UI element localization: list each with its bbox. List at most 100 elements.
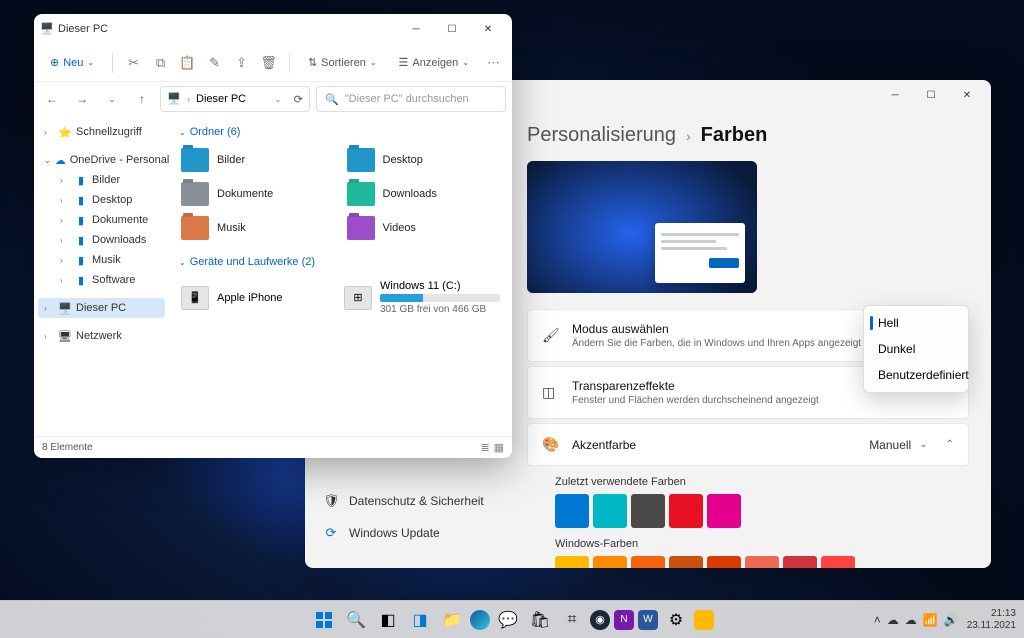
nav-desktop[interactable]: ›▮Desktop [38,190,165,210]
store-icon[interactable]: 🛍 [526,606,554,634]
tiles-view-icon[interactable]: ▦ [494,441,504,454]
onenote-icon[interactable]: N [614,610,634,630]
nav-network[interactable]: ›🖥Netzwerk [38,326,165,346]
nav-privacy[interactable]: 🛡 Datenschutz & Sicherheit [313,486,515,516]
search-input[interactable]: 🔍 "Dieser PC" durchsuchen [316,86,506,112]
folder-dokumente[interactable]: Dokumente [179,180,337,208]
forward-button[interactable]: → [70,87,94,111]
thispc-icon: 🖥️ [167,92,181,106]
color-swatch[interactable] [593,556,627,568]
color-swatch[interactable] [555,494,589,528]
minimize-button[interactable]: ─ [398,15,434,43]
device-iphone[interactable]: 📱 Apple iPhone [179,276,334,319]
nav-musik[interactable]: ›▮Musik [38,250,165,270]
cloud-icon: ☁ [55,153,66,167]
onedrive-tray-icon[interactable]: ☁ [887,613,899,627]
maximize-button[interactable]: ☐ [434,15,470,43]
status-bar: 8 Elemente ≣ ▦ [34,436,512,458]
folder-bilder[interactable]: Bilder [179,146,337,174]
color-swatch[interactable] [555,556,589,568]
close-button[interactable]: ✕ [949,81,985,109]
close-button[interactable]: ✕ [470,15,506,43]
edge-icon[interactable] [470,610,490,630]
setting-accent-color[interactable]: 🎨 Akzentfarbe Manuell ⌄ ⌃ [527,423,969,466]
details-view-icon[interactable]: ≣ [480,441,489,454]
accent-value: Manuell [869,438,911,452]
folder-icon: ▮ [74,173,88,187]
nav-windows-update[interactable]: ⟳ Windows Update [313,518,515,548]
color-swatch[interactable] [669,494,703,528]
settings-icon[interactable]: ⚙ [662,606,690,634]
drive-name: Windows 11 (C:) [380,280,500,292]
more-icon[interactable]: ⋯ [483,51,504,75]
color-swatch[interactable] [669,556,703,568]
copy-icon[interactable]: ⧉ [150,51,171,75]
color-swatch[interactable] [707,494,741,528]
color-swatch[interactable] [783,556,817,568]
color-swatch[interactable] [821,556,855,568]
color-swatch[interactable] [593,494,627,528]
palette-icon: 🎨 [542,436,560,453]
up-button[interactable]: ↑ [130,87,154,111]
refresh-icon[interactable]: ⟳ [294,93,303,106]
back-button[interactable]: ← [40,87,64,111]
maximize-button[interactable]: ☐ [913,81,949,109]
paste-icon[interactable]: 📋 [177,51,198,75]
nav-onedrive[interactable]: ⌄☁OneDrive - Personal [38,150,165,170]
address-bar[interactable]: 🖥️ › Dieser PC ⌄ ⟳ [160,86,310,112]
dropdown-option-dunkel[interactable]: Dunkel [868,336,964,362]
nav-bilder[interactable]: ›▮Bilder [38,170,165,190]
delete-icon[interactable]: 🗑 [258,51,279,75]
minimize-button[interactable]: ─ [877,81,913,109]
recent-button[interactable]: ⌄ [100,87,124,111]
group-drives[interactable]: ⌄Geräte und Laufwerke (2) [179,252,502,272]
folder-downloads[interactable]: Downloads [345,180,503,208]
section-windows-colors: Windows-Farben [555,538,969,550]
color-swatch[interactable] [745,556,779,568]
volume-icon[interactable]: 🔊 [944,613,959,627]
teams-icon[interactable]: 💬 [494,606,522,634]
explorer-icon[interactable]: 📁 [438,606,466,634]
folder-desktop[interactable]: Desktop [345,146,503,174]
steam-icon[interactable]: ◉ [590,610,610,630]
nav-dokumente[interactable]: ›▮Dokumente [38,210,165,230]
color-swatch[interactable] [631,494,665,528]
color-swatch[interactable] [707,556,741,568]
dropdown-option-custom[interactable]: Benutzerdefiniert [868,362,964,388]
chevron-up-icon: ⌃ [946,439,954,450]
cloud-icon[interactable]: ☁ [905,613,917,627]
start-button[interactable] [310,606,338,634]
rename-icon[interactable]: ✎ [204,51,225,75]
share-icon[interactable]: ⇪ [231,51,252,75]
task-view-icon[interactable]: ◧ [374,606,402,634]
dropdown-option-hell[interactable]: Hell [868,310,964,336]
chevron-down-icon: ⌄ [87,58,94,67]
chevron-down-icon[interactable]: ⌄ [274,94,282,105]
word-icon[interactable]: W [638,610,658,630]
search-icon: 🔍 [325,93,339,106]
transparency-icon: ◫ [542,384,560,401]
folder-musik[interactable]: Musik [179,214,337,242]
cut-icon[interactable]: ✂ [123,51,144,75]
breadcrumb-parent[interactable]: Personalisierung [527,124,676,147]
search-icon[interactable]: 🔍 [342,606,370,634]
nav-this-pc[interactable]: ›🖥️Dieser PC [38,298,165,318]
clock[interactable]: 21:13 23.11.2021 [967,608,1016,632]
folder-videos[interactable]: Videos [345,214,503,242]
nav-quick-access[interactable]: ›⭐Schnellzugriff [38,122,165,142]
drive-c[interactable]: ⊞ Windows 11 (C:) 301 GB frei von 466 GB [342,276,502,319]
quickshare-icon[interactable] [694,610,714,630]
nav-software[interactable]: ›▮Software [38,270,165,290]
breadcrumb: Personalisierung › Farben [527,110,969,161]
wifi-icon[interactable]: 📶 [923,613,938,627]
chevron-up-icon[interactable]: ˄ [874,613,881,627]
nav-downloads[interactable]: ›▮Downloads [38,230,165,250]
color-swatch[interactable] [631,556,665,568]
new-button[interactable]: ⊕ Neu ⌄ [42,52,102,73]
search-placeholder: "Dieser PC" durchsuchen [345,93,469,105]
sort-button[interactable]: ⇅ Sortieren ⌄ [300,52,385,73]
slack-icon[interactable]: ⌗ [558,606,586,634]
view-button[interactable]: ☰ Anzeigen ⌄ [391,52,477,73]
widgets-icon[interactable]: ◨ [406,606,434,634]
group-folders[interactable]: ⌄Ordner (6) [179,122,502,142]
